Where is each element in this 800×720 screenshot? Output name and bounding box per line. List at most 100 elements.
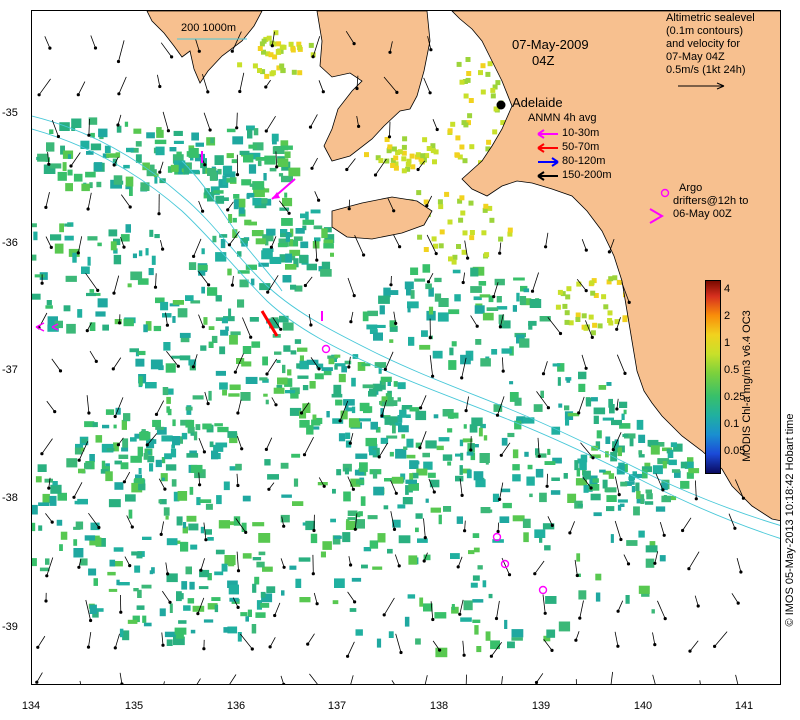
velocity-arrow — [318, 80, 324, 92]
velocity-arrow — [459, 599, 464, 615]
velocity-arrow — [389, 121, 391, 137]
velocity-arrow — [610, 671, 613, 684]
velocity-arrow — [429, 355, 433, 377]
anmn-legend-label: 80-120m — [562, 155, 606, 167]
arrow-icon — [537, 171, 558, 181]
scale-bar-label: 200 1000m — [181, 22, 237, 34]
velocity-arrow — [378, 442, 388, 458]
velocity-arrow — [46, 400, 56, 412]
map-date: 07-May-2009 — [512, 37, 589, 52]
arrow-icon — [537, 129, 558, 139]
anmn-legend-label: 10-30m — [562, 127, 600, 139]
velocity-arrow — [239, 72, 245, 92]
velocity-arrow — [419, 431, 427, 448]
velocity-arrow — [616, 354, 626, 374]
velocity-arrow — [699, 680, 701, 684]
altimetry-line: Altimetric sealevel — [666, 12, 755, 24]
velocity-arrow — [312, 36, 321, 57]
velocity-arrow — [728, 513, 736, 529]
velocity-arrow — [90, 35, 96, 49]
velocity-arrow — [88, 632, 92, 648]
velocity-arrow — [543, 361, 548, 374]
altimetry-line: 0.5m/s (1kt 24h) — [666, 64, 746, 76]
y-tick-label: -35 — [2, 107, 18, 119]
velocity-arrow — [350, 675, 354, 684]
velocity-arrow — [161, 590, 171, 603]
velocity-arrow — [581, 354, 587, 369]
velocity-arrow — [236, 112, 238, 128]
velocity-arrow — [731, 593, 739, 604]
velocity-arrow — [237, 399, 242, 414]
x-tick-label: 136 — [226, 700, 246, 712]
velocity-arrow — [575, 679, 577, 684]
x-tick-label: 141 — [734, 700, 754, 712]
velocity-arrow — [689, 640, 699, 652]
velocity-arrow — [659, 521, 665, 536]
velocity-arrow — [420, 395, 427, 409]
velocity-arrow — [532, 272, 539, 292]
velocity-arrow — [156, 400, 165, 415]
velocity-arrow — [229, 674, 237, 684]
velocity-arrow — [347, 591, 355, 603]
x-tick-label: 137 — [327, 700, 347, 712]
altimetry-line: (0.1m contours) — [666, 25, 744, 37]
velocity-arrow — [44, 36, 51, 49]
velocity-arrow — [394, 554, 400, 567]
velocity-arrow — [200, 558, 205, 571]
credit-text: © IMOS 05-May-2013 10:18:42 Hobart time — [784, 413, 796, 627]
velocity-arrow — [157, 74, 161, 87]
velocity-arrow — [309, 673, 318, 684]
velocity-arrow — [694, 595, 699, 607]
velocity-arrow — [36, 672, 43, 683]
velocity-arrow — [347, 277, 355, 296]
velocity-arrow — [714, 631, 728, 647]
velocity-arrow — [237, 435, 243, 449]
velocity-arrow — [85, 273, 99, 291]
argo-legend-line: Argo — [679, 182, 703, 194]
velocity-arrow — [266, 358, 278, 375]
velocity-arrow — [395, 633, 402, 653]
velocity-arrow — [159, 161, 164, 173]
colorbar-tick-label: 2 — [724, 310, 731, 322]
velocity-arrow — [391, 680, 395, 684]
velocity-arrow — [193, 238, 202, 257]
velocity-arrow — [614, 631, 619, 647]
x-tick-label: 134 — [21, 700, 41, 712]
x-tick-label: 139 — [531, 700, 551, 712]
map-canvas — [32, 11, 780, 684]
y-tick-label: -37 — [2, 364, 18, 376]
colorbar-tick-label: 0.1 — [724, 418, 740, 430]
velocity-arrow — [77, 236, 83, 253]
velocity-arrow — [432, 119, 438, 130]
velocity-arrow — [682, 517, 692, 531]
velocity-arrow — [462, 640, 465, 656]
argo-legend: Argo drifters@12h to 06-May 00Z — [660, 182, 748, 221]
adelaide-marker — [496, 100, 506, 110]
velocity-arrow — [614, 520, 622, 540]
velocity-arrow — [204, 391, 209, 404]
velocity-arrow — [423, 518, 426, 538]
city-label: Adelaide — [512, 95, 563, 110]
velocity-arrow — [242, 317, 252, 338]
velocity-arrow — [579, 600, 584, 619]
anmn-legend-label: 50-70m — [562, 141, 600, 153]
velocity-arrow — [536, 673, 544, 683]
velocity-arrow — [542, 594, 546, 614]
velocity-arrow — [304, 437, 314, 455]
velocity-arrow — [496, 600, 500, 619]
argo-legend-line: 06-May 00Z — [673, 208, 732, 220]
map-frame[interactable] — [31, 10, 781, 685]
velocity-arrow — [113, 275, 120, 294]
anmn-legend-item: 50-70m — [528, 141, 648, 154]
velocity-arrow — [198, 437, 205, 453]
anmn-legend-label: 150-200m — [562, 169, 612, 181]
velocity-arrow — [155, 273, 157, 288]
velocity-arrow — [502, 357, 504, 372]
velocity-arrow — [87, 192, 92, 210]
velocity-arrow — [347, 641, 355, 657]
velocity-arrow — [162, 111, 169, 131]
velocity-arrow — [310, 114, 318, 128]
velocity-arrow — [120, 194, 131, 208]
y-tick-label: -36 — [2, 237, 18, 249]
velocity-arrow — [266, 437, 273, 450]
